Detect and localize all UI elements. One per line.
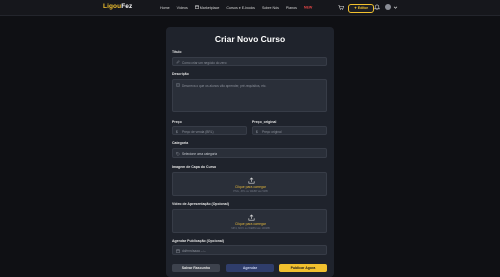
nav-item-marketplace[interactable]: Marketplace: [194, 5, 220, 10]
logo-part2: Fez: [121, 3, 133, 10]
cover-upload-hint: PNG, JPG ou WEBP até 5MB: [233, 189, 268, 193]
create-course-card: Criar Novo Curso Título Como criar um ne…: [166, 27, 334, 277]
cart-icon[interactable]: [338, 5, 344, 10]
schedule-datetime-input[interactable]: dd/mm/aaaa --:--: [172, 245, 327, 255]
nav-item-home[interactable]: Home: [160, 6, 170, 10]
video-upload-hint: MP4, MOV ou WEBM até 100MB: [231, 226, 270, 230]
description-label: Descrição: [172, 72, 189, 76]
video-upload-text: Clique para carregar: [235, 222, 266, 226]
currency-icon: $: [176, 129, 178, 134]
description-textarea[interactable]: Descreva o que os alunos vão aprender, p…: [172, 79, 327, 112]
nav-item-videos[interactable]: Vídeos: [177, 6, 188, 10]
page-title: Criar Novo Curso: [214, 34, 286, 44]
original-price-input[interactable]: $ Preço original: [252, 126, 327, 135]
original-price-label: Preço_original: [252, 120, 277, 124]
main-nav: Home Vídeos Marketplace Cursos e E-books…: [160, 5, 312, 10]
price-label: Preço: [172, 120, 182, 124]
original-price-placeholder: Preço original: [262, 129, 282, 134]
title-label: Título: [172, 50, 182, 54]
nav-item-marketplace-label: Marketplace: [199, 5, 220, 10]
category-selected-value: Selecione uma categoria: [182, 152, 218, 156]
nav-item-cursos[interactable]: Cursos e E-books: [226, 6, 255, 10]
nav-item-sobre[interactable]: Sobre Nós: [262, 6, 279, 10]
brand-logo[interactable]: LigouFez: [103, 3, 132, 10]
video-label: Vídeo de Apresentação (Opcional): [172, 202, 229, 206]
document-icon: [176, 83, 180, 87]
price-placeholder: Preço de venda (BRL): [182, 129, 214, 134]
schedule-label: Agendar Publicação (Opcional): [172, 239, 224, 243]
cover-upload-text: Clique para carregar: [235, 185, 266, 189]
upload-icon: [248, 177, 255, 184]
category-select[interactable]: Selecione uma categoria: [172, 148, 327, 158]
upload-icon: [248, 214, 255, 221]
currency-icon-2: $: [256, 129, 258, 134]
title-placeholder: Como criar um negócio do zero: [182, 60, 227, 65]
logo-part1: Ligou: [103, 3, 122, 10]
top-navbar: LigouFez Home Vídeos Marketplace Cursos …: [0, 0, 500, 16]
pencil-icon: [176, 60, 180, 64]
chevron-down-icon[interactable]: [393, 5, 398, 10]
schedule-placeholder: dd/mm/aaaa --:--: [182, 249, 206, 253]
user-avatar[interactable]: [385, 4, 391, 10]
video-dropzone[interactable]: Clique para carregar MP4, MOV ou WEBM at…: [172, 209, 327, 233]
tag-icon: [176, 151, 180, 156]
calendar-icon: [176, 248, 180, 253]
editor-button-label: Editor: [357, 6, 369, 10]
nav-item-planos[interactable]: Planos: [286, 6, 297, 10]
nav-badge-new[interactable]: NEW: [304, 6, 312, 10]
cover-image-label: Imagem de Capa do Curso: [172, 165, 217, 169]
price-input[interactable]: $ Preço de venda (BRL): [172, 126, 247, 135]
category-label: Categoria: [172, 141, 189, 145]
title-input[interactable]: Como criar um negócio do zero: [172, 57, 327, 66]
editor-button[interactable]: ✦ Editor: [348, 4, 375, 13]
bell-icon[interactable]: [374, 4, 380, 10]
store-icon: [194, 5, 199, 9]
cover-image-dropzone[interactable]: Clique para carregar PNG, JPG ou WEBP at…: [172, 172, 327, 196]
star-icon: ✦: [354, 6, 357, 10]
description-placeholder: Descreva o que os alunos vão aprender, p…: [182, 83, 267, 88]
